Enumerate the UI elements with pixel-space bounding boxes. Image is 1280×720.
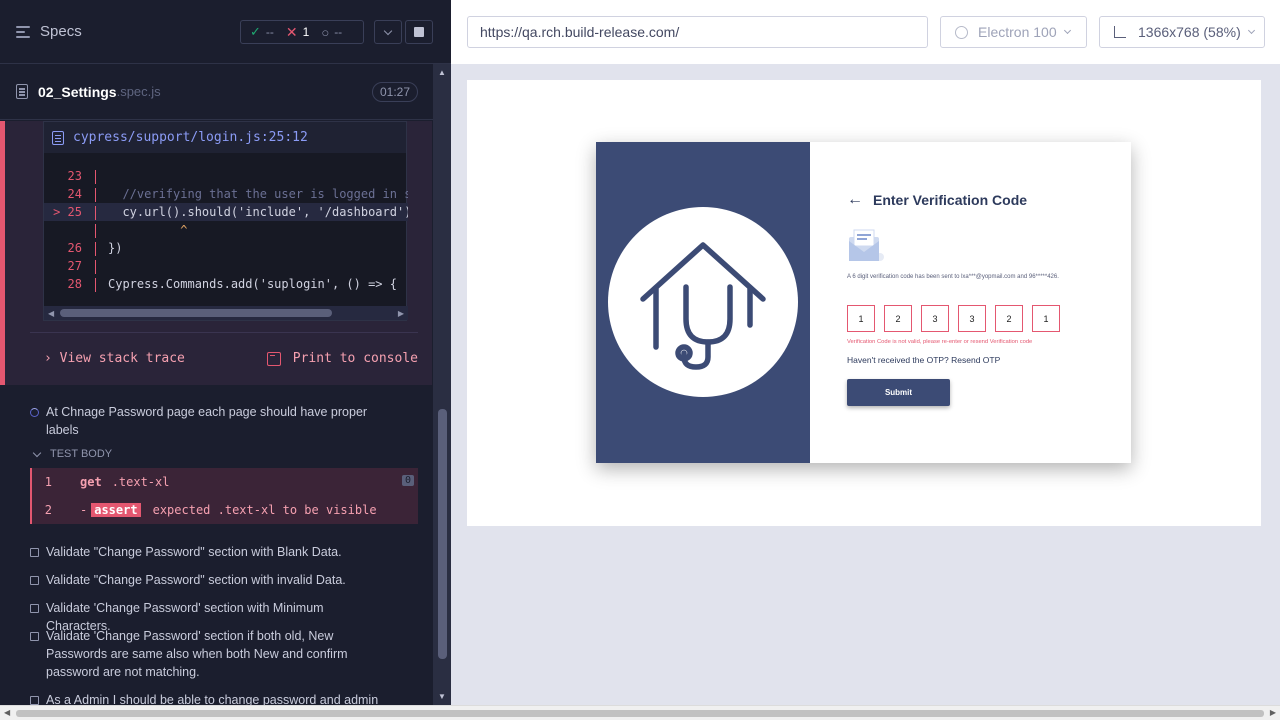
code-frame-header[interactable]: cypress/support/login.js:25:12 bbox=[44, 122, 406, 153]
pending-square-icon bbox=[30, 696, 39, 705]
logo bbox=[608, 207, 798, 397]
otp-input[interactable]: 1 bbox=[847, 305, 875, 332]
house-stethoscope-icon bbox=[640, 242, 766, 370]
code-line: 27 bbox=[44, 257, 408, 275]
chevron-down-icon bbox=[383, 26, 393, 35]
verification-form: ← Enter Verification Code A 6 digit veri… bbox=[847, 142, 1107, 463]
code-line-highlighted: > 25 cy.url().should('include', '/dashbo… bbox=[44, 203, 408, 221]
stop-icon bbox=[414, 27, 424, 37]
print-to-console-button[interactable]: Print to console bbox=[266, 351, 418, 366]
test-title[interactable]: At Chnage Password page each page should… bbox=[46, 403, 390, 439]
element-count-badge: 0 bbox=[401, 475, 414, 486]
browser-selector[interactable]: Electron 100 bbox=[940, 16, 1087, 48]
test-item[interactable]: Validate "Change Password" section with … bbox=[30, 543, 390, 561]
spec-duration: 01:27 bbox=[371, 82, 418, 102]
collapse-button[interactable] bbox=[374, 20, 402, 44]
spec-header: 02_Settings .spec.js 01:27 bbox=[0, 64, 451, 120]
file-icon bbox=[52, 130, 64, 145]
test-body-toggle[interactable]: TEST BODY bbox=[32, 448, 112, 460]
passed-icon: ✓ bbox=[250, 24, 261, 39]
otp-input[interactable]: 3 bbox=[958, 305, 986, 332]
reporter-vertical-scrollbar[interactable]: ▲ ▼ bbox=[433, 64, 451, 705]
scroll-thumb[interactable] bbox=[16, 710, 1264, 717]
code-line: 28 Cypress.Commands.add('suplogin', () =>… bbox=[67, 277, 397, 292]
form-title: ← Enter Verification Code bbox=[847, 191, 1028, 209]
url-field[interactable]: https://qa.rch.build-release.com/ bbox=[467, 16, 928, 48]
chevron-down-icon bbox=[32, 448, 42, 457]
code-line: 23 bbox=[44, 167, 408, 185]
command-row-failed[interactable]: 2 - assert expected .text-xl to be visib… bbox=[32, 496, 420, 524]
aut-panel: https://qa.rch.build-release.com/ Electr… bbox=[451, 0, 1280, 705]
stop-button[interactable] bbox=[405, 20, 433, 44]
viewport-info[interactable]: 1366x768 (58%) bbox=[1099, 16, 1265, 48]
assert-badge: assert bbox=[91, 503, 141, 517]
back-arrow-icon[interactable]: ← bbox=[847, 191, 863, 209]
code-line: 24 //verifying that the user is logged i… bbox=[67, 187, 408, 202]
scroll-right-icon[interactable]: ▶ bbox=[398, 309, 404, 318]
spec-name: 02_Settings bbox=[38, 83, 117, 100]
pending-square-icon bbox=[30, 548, 39, 557]
code-horizontal-scrollbar[interactable]: ◀ ▶ bbox=[44, 306, 408, 320]
specs-title[interactable]: Specs bbox=[40, 23, 82, 40]
chevron-down-icon bbox=[1247, 26, 1255, 35]
otp-input[interactable]: 1 bbox=[1032, 305, 1060, 332]
code-line: ^ bbox=[44, 221, 408, 239]
verification-message: A 6 digit verification code has been sen… bbox=[847, 274, 1059, 280]
print-icon bbox=[266, 351, 281, 366]
pending-square-icon bbox=[30, 576, 39, 585]
otp-input[interactable]: 2 bbox=[995, 305, 1023, 332]
otp-input[interactable]: 2 bbox=[884, 305, 912, 332]
document-icon bbox=[16, 84, 28, 99]
aut-header: https://qa.rch.build-release.com/ Electr… bbox=[451, 0, 1280, 64]
running-spinner-icon bbox=[30, 408, 39, 417]
cypress-reporter: Specs ✓ -- ✕ 1 ○ -- 02_Settings .spec.js… bbox=[0, 0, 451, 705]
scroll-thumb[interactable] bbox=[438, 409, 447, 659]
scroll-up-icon[interactable]: ▲ bbox=[438, 68, 446, 77]
pending-count: -- bbox=[334, 25, 343, 39]
otp-error-message: Verification Code is not valid, please r… bbox=[847, 339, 1033, 345]
command-log: 1 get .text-xl 0 2 - assert expected .te… bbox=[30, 468, 418, 524]
test-stats: ✓ -- ✕ 1 ○ -- bbox=[240, 20, 364, 44]
specs-list-icon[interactable] bbox=[16, 25, 30, 38]
test-item[interactable]: Validate "Change Password" section with … bbox=[30, 571, 390, 589]
scroll-right-icon[interactable]: ▶ bbox=[1270, 708, 1276, 717]
failed-count: 1 bbox=[302, 25, 310, 39]
test-item[interactable]: Validate 'Change Password' section if bo… bbox=[30, 627, 350, 681]
brand-panel bbox=[596, 142, 810, 463]
verification-card: ← Enter Verification Code A 6 digit veri… bbox=[596, 142, 1131, 463]
pending-square-icon bbox=[30, 632, 39, 641]
code-frame: cypress/support/login.js:25:12 23 24 //v… bbox=[43, 121, 408, 321]
pending-icon: ○ bbox=[321, 24, 330, 40]
command-row[interactable]: 1 get .text-xl 0 bbox=[32, 468, 420, 496]
ruler-icon bbox=[1114, 26, 1126, 38]
code-line: 26}) bbox=[67, 241, 123, 256]
spec-extension: .spec.js bbox=[116, 84, 161, 99]
test-running[interactable]: At Chnage Password page each page should… bbox=[30, 403, 390, 439]
code-frame-file[interactable]: cypress/support/login.js:25:12 bbox=[73, 130, 308, 145]
scroll-thumb[interactable] bbox=[60, 309, 332, 317]
resend-otp-link[interactable]: Haven't received the OTP? Resend OTP bbox=[847, 355, 1000, 365]
pending-square-icon bbox=[30, 604, 39, 613]
page-horizontal-scrollbar[interactable]: ◀ ▶ bbox=[0, 705, 1280, 720]
chevron-down-icon bbox=[1063, 26, 1071, 35]
error-actions: › View stack trace Print to console bbox=[30, 332, 418, 384]
scroll-left-icon[interactable]: ◀ bbox=[48, 309, 54, 318]
failed-icon: ✕ bbox=[285, 23, 298, 40]
view-stack-trace-link[interactable]: › View stack trace bbox=[44, 351, 185, 366]
submit-button[interactable]: Submit bbox=[847, 379, 950, 406]
electron-icon bbox=[955, 25, 968, 39]
scroll-down-icon[interactable]: ▼ bbox=[438, 692, 446, 701]
passed-count: -- bbox=[265, 25, 274, 39]
test-item[interactable]: As a Admin I should be able to change pa… bbox=[30, 691, 390, 705]
otp-input[interactable]: 3 bbox=[921, 305, 949, 332]
envelope-icon bbox=[849, 229, 884, 261]
test-body-label[interactable]: TEST BODY bbox=[50, 448, 112, 460]
scroll-left-icon[interactable]: ◀ bbox=[4, 708, 10, 717]
